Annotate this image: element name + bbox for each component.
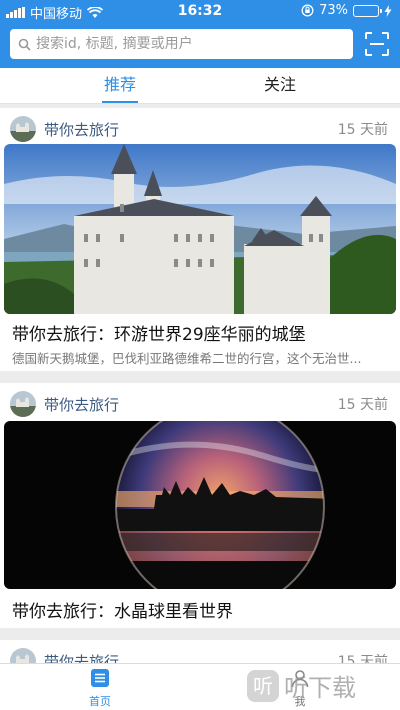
tab-recommended[interactable]: 推荐 <box>80 68 160 104</box>
post-title[interactable]: 带你去旅行：环游世界29座华丽的城堡 <box>12 320 306 345</box>
post-time: 15 天前 <box>337 397 388 413</box>
card-header: 带你去旅行 15 天前 <box>0 108 400 148</box>
tab-home[interactable]: 首页 <box>70 668 130 709</box>
scan-icon[interactable] <box>364 31 390 57</box>
post-title[interactable]: 带你去旅行：水晶球里看世界 <box>12 597 233 622</box>
orientation-lock-icon <box>301 4 314 17</box>
battery-icon <box>353 4 382 17</box>
author-name[interactable]: 带你去旅行 <box>44 394 119 415</box>
header-bar: 中国移动 16:32 73% <box>0 0 400 68</box>
author-name[interactable]: 带你去旅行 <box>44 119 119 140</box>
feed-card[interactable]: 带你去旅行 15 天前 带你去旅行：水晶球里看世界 <box>0 383 400 628</box>
watermark-logo-icon: 听 <box>247 669 279 702</box>
status-bar: 中国移动 16:32 73% <box>0 0 400 22</box>
search-input[interactable] <box>36 36 336 52</box>
author-avatar[interactable] <box>10 391 36 417</box>
author-avatar[interactable] <box>10 116 36 142</box>
battery-percent: 73% <box>319 3 348 18</box>
tab-active-indicator <box>102 101 138 103</box>
card-header: 带你去旅行 15 天前 <box>0 383 400 423</box>
tab-bar: 推荐 关注 <box>0 68 400 104</box>
svg-text:听: 听 <box>253 674 273 698</box>
post-time: 15 天前 <box>337 122 388 138</box>
status-right: 73% <box>301 3 392 18</box>
watermark: 听 听下载 <box>246 668 356 703</box>
feed-card[interactable]: 带你去旅行 15 天前 <box>0 108 400 371</box>
tab-following[interactable]: 关注 <box>240 68 320 104</box>
charging-icon <box>384 4 392 17</box>
post-summary[interactable]: 德国新天鹅城堡，巴伐利亚路德维希二世的行宫，这个无治世... <box>12 348 388 367</box>
search-bar[interactable] <box>10 29 353 59</box>
castle-cover-image[interactable] <box>4 144 396 314</box>
search-icon <box>18 38 31 51</box>
crystal-ball-cover-image[interactable] <box>4 421 396 589</box>
tab-home-label: 首页 <box>89 695 111 708</box>
watermark-text: 听下载 <box>284 674 356 702</box>
home-list-icon <box>91 669 109 687</box>
